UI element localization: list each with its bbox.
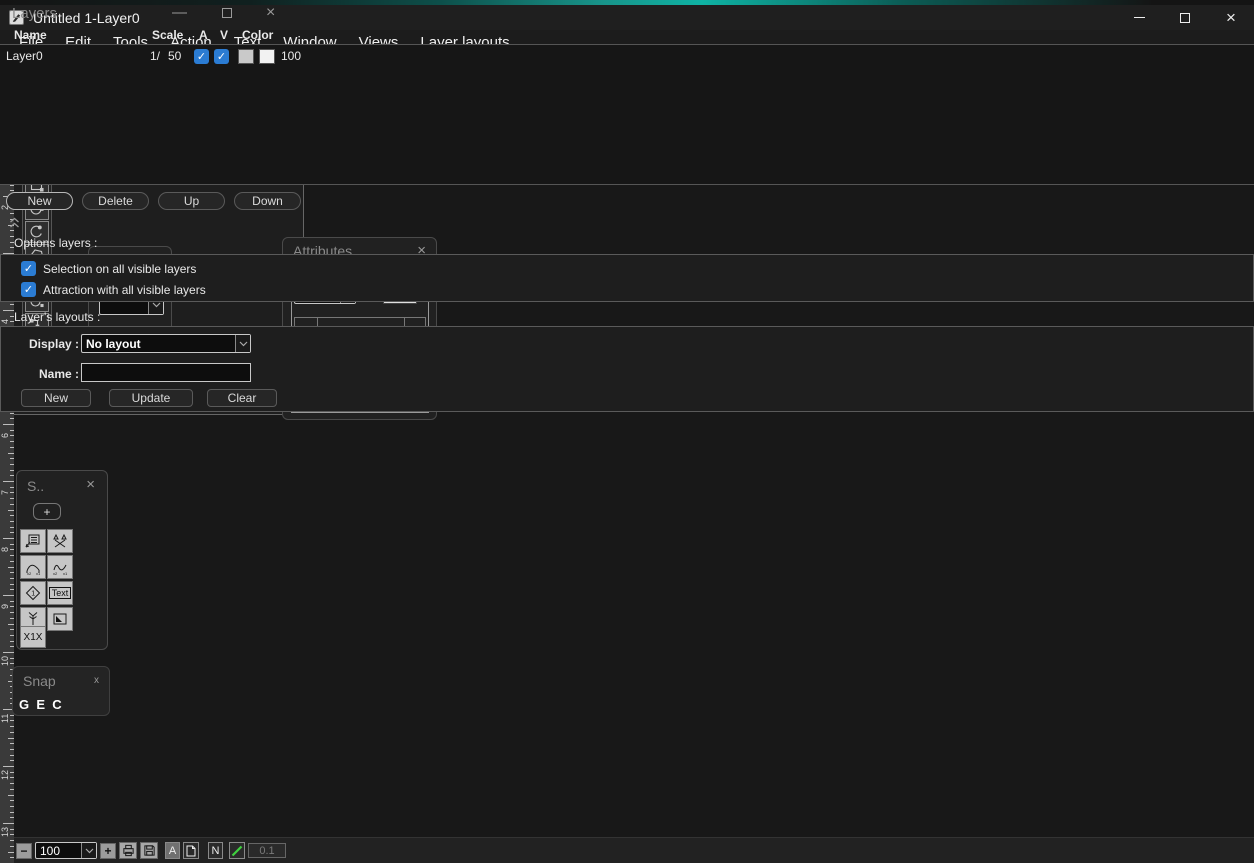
- new-document-button[interactable]: [183, 842, 199, 859]
- selection-option-label: Selection on all visible layers: [43, 262, 196, 276]
- snap-panel: Snap x G E C: [12, 666, 110, 716]
- layer-down-button[interactable]: Down: [234, 192, 301, 210]
- layers-panel-title: Layers: [12, 5, 57, 22]
- column-a: A: [199, 28, 208, 42]
- layer-scale-value: 50: [168, 49, 181, 63]
- draw-mode-button[interactable]: [229, 842, 245, 859]
- corner-flag-icon: [51, 610, 69, 628]
- chevron-down-icon: [81, 843, 96, 858]
- maximize-icon: [1180, 13, 1190, 23]
- snap-modes[interactable]: G E C: [19, 697, 62, 712]
- green-line-icon: [231, 845, 243, 857]
- options-box: ✓ Selection on all visible layers ✓ Attr…: [0, 254, 1254, 302]
- diamond-1-icon: 1: [24, 584, 42, 602]
- auto-button[interactable]: A: [165, 842, 180, 859]
- layer-delete-button[interactable]: Delete: [82, 192, 149, 210]
- close-button[interactable]: ×: [1208, 5, 1254, 30]
- layers-list: Layer0 1/ 50 ✓ ✓ 100: [0, 44, 1254, 185]
- symbols-panel-close-button[interactable]: ×: [86, 478, 95, 492]
- svg-text:x1: x1: [36, 571, 41, 576]
- layers-panel: Layers — × Name Scale A V Color Layer0 1…: [0, 0, 304, 415]
- zoom-in-button[interactable]: +: [100, 843, 116, 859]
- column-v: V: [220, 28, 228, 42]
- layout-update-button[interactable]: Update: [109, 389, 193, 407]
- layer-layouts-label: Layer's layouts :: [14, 310, 100, 324]
- layer-row[interactable]: Layer0 1/ 50 ✓ ✓ 100: [0, 48, 1254, 66]
- layout-name-input[interactable]: [81, 363, 251, 382]
- maximize-button[interactable]: [1162, 5, 1208, 30]
- text-frame-icon: Text: [49, 587, 72, 599]
- snap-panel-close-button[interactable]: x: [94, 675, 99, 686]
- printer-icon: [122, 844, 135, 857]
- layout-name-label: Name :: [39, 367, 79, 381]
- window-controls: ×: [1116, 5, 1254, 30]
- page-icon: [186, 845, 196, 857]
- layer-color-swatch[interactable]: [238, 49, 254, 64]
- curve-measure-tool-button[interactable]: x2 x1: [47, 555, 73, 579]
- titlebar: Untitled 1-Layer0 ×: [0, 5, 1254, 30]
- precision-value: 0.1: [248, 843, 286, 858]
- statusbar: − 100 + A N 0.1: [14, 837, 1254, 863]
- layer-scale-prefix: 1/: [150, 49, 160, 63]
- display-label: Display :: [29, 337, 79, 351]
- zoom-select[interactable]: 100: [35, 842, 97, 859]
- layout-new-button[interactable]: New: [21, 389, 91, 407]
- layers-minimize-button[interactable]: —: [172, 6, 187, 20]
- column-scale: Scale: [152, 28, 183, 42]
- corner-flag-tool-button[interactable]: [47, 607, 73, 631]
- coordinates-list-icon: [24, 532, 42, 550]
- text-frame-tool-button[interactable]: Text: [47, 581, 73, 605]
- diamond-number-tool-button[interactable]: 1: [20, 581, 46, 605]
- layers-close-button[interactable]: ×: [266, 6, 275, 20]
- minimize-button[interactable]: [1116, 5, 1162, 30]
- layer-opacity-value: 100: [281, 49, 301, 63]
- arc-x2-x1-icon: x2 x1: [24, 558, 42, 576]
- x1x-tool-button[interactable]: X1X: [20, 626, 46, 648]
- column-name: Name: [14, 28, 47, 42]
- svg-text:x2: x2: [27, 571, 32, 576]
- chevron-down-icon: [235, 335, 250, 352]
- symbols-panel: S.. × + x2 x1 x2 x1 1 Text X1X: [16, 470, 108, 650]
- attraction-checkbox[interactable]: ✓: [21, 282, 36, 297]
- save-button[interactable]: [140, 842, 158, 859]
- layouts-box: Display : No layout Name : New Update Cl…: [0, 326, 1254, 412]
- layer-up-button[interactable]: Up: [158, 192, 225, 210]
- option-attraction-row: ✓ Attraction with all visible layers: [21, 282, 206, 297]
- column-color: Color: [242, 28, 273, 42]
- minimize-icon: [1134, 17, 1145, 18]
- collapse-options-button[interactable]: [9, 216, 20, 234]
- triangles-tool-button[interactable]: [47, 529, 73, 553]
- snap-panel-title: Snap: [23, 673, 56, 689]
- layer-name: Layer0: [6, 49, 43, 63]
- svg-text:x2: x2: [53, 571, 58, 576]
- layer-a-checkbox[interactable]: ✓: [194, 49, 209, 64]
- options-layers-label: Options layers :: [14, 236, 97, 250]
- print-button[interactable]: [119, 842, 137, 859]
- symbols-panel-title: S..: [27, 478, 44, 494]
- attraction-option-label: Attraction with all visible layers: [43, 283, 206, 297]
- zoom-value: 100: [36, 844, 81, 858]
- curve-x2-x1-icon: x2 x1: [51, 558, 69, 576]
- floppy-disk-icon: [143, 844, 156, 857]
- triangles-icon: [51, 532, 69, 550]
- n-toggle-button[interactable]: N: [208, 842, 223, 859]
- add-symbol-button[interactable]: +: [33, 503, 61, 520]
- svg-text:1: 1: [31, 591, 35, 598]
- layers-maximize-button[interactable]: [222, 8, 232, 18]
- display-layout-value: No layout: [82, 337, 235, 351]
- double-chevron-up-icon: [9, 217, 20, 229]
- zoom-out-button[interactable]: −: [16, 843, 32, 859]
- layer-v-checkbox[interactable]: ✓: [214, 49, 229, 64]
- svg-text:x1: x1: [63, 571, 68, 576]
- coordinates-list-tool-button[interactable]: [20, 529, 46, 553]
- selection-checkbox[interactable]: ✓: [21, 261, 36, 276]
- layout-clear-button[interactable]: Clear: [207, 389, 277, 407]
- ruler-vertical: 012345678910111213: [0, 68, 14, 863]
- layer-new-button[interactable]: New: [6, 192, 73, 210]
- option-selection-row: ✓ Selection on all visible layers: [21, 261, 196, 276]
- arc-measure-tool-button[interactable]: x2 x1: [20, 555, 46, 579]
- display-layout-select[interactable]: No layout: [81, 334, 251, 353]
- layer-color-swatch-alt[interactable]: [259, 49, 275, 64]
